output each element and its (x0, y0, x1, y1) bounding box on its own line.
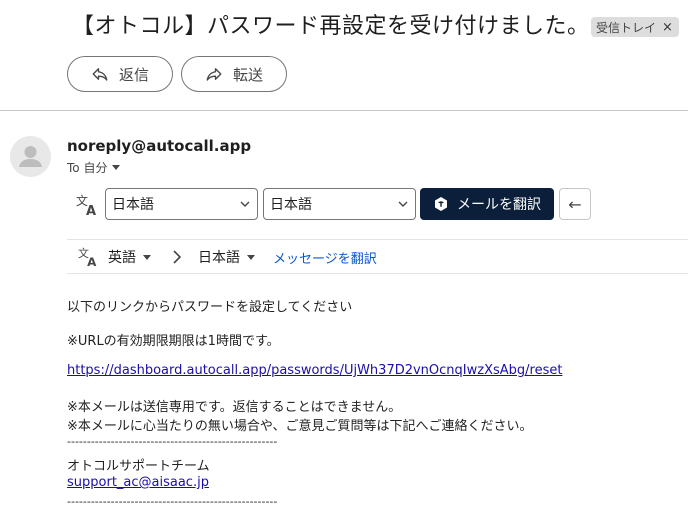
sender-email[interactable]: noreply@autocall.app (67, 137, 251, 155)
body-note-send-only: ※本メールは送信専用です。返信することはできません。 (67, 400, 402, 415)
label-chip-text: 受信トレイ (596, 20, 657, 35)
translate-icon: 文 A (76, 193, 96, 216)
chevron-down-icon (240, 201, 250, 207)
svg-text:A: A (87, 255, 97, 267)
caret-down-icon (112, 165, 121, 170)
target-language-value: 日本語 (270, 197, 312, 213)
source-language-select[interactable]: 日本語 (105, 188, 258, 220)
chevron-right-icon (173, 250, 182, 264)
inbox-label-chip[interactable]: 受信トレイ × (591, 17, 679, 37)
reply-button[interactable]: 返信 (67, 56, 173, 92)
password-reset-link[interactable]: https://dashboard.autocall.app/passwords… (67, 363, 562, 378)
svg-text:A: A (86, 204, 96, 216)
body-line-instructions: 以下のリンクからパスワードを設定してください (67, 300, 353, 315)
translate-email-label: メールを翻訳 (457, 197, 541, 213)
avatar[interactable] (10, 136, 51, 177)
caret-down-icon (247, 254, 255, 260)
forward-button[interactable]: 転送 (181, 56, 287, 92)
reply-icon (92, 68, 108, 81)
from-language-dropdown[interactable]: 英語 (108, 247, 151, 267)
recipient-label: To 自分 (67, 161, 108, 175)
reply-label: 返信 (118, 65, 149, 84)
separator-line-bottom: ----------------------------------------… (67, 495, 278, 508)
forward-label: 転送 (232, 65, 263, 84)
header-divider (0, 110, 688, 111)
chevron-down-icon (398, 201, 408, 207)
recipient-dropdown[interactable]: To 自分 (67, 159, 121, 176)
translate-message-link[interactable]: メッセージを翻訳 (273, 248, 377, 267)
body-line-expiry: ※URLの有効期限期限は1時間です。 (67, 334, 280, 349)
person-icon (19, 146, 42, 167)
to-language-dropdown[interactable]: 日本語 (198, 247, 255, 267)
back-arrow-button[interactable]: ← (559, 188, 591, 220)
from-language-label: 英語 (108, 250, 136, 266)
body-note-contact: ※本メールに心当たりの無い場合や、ご意見ご質問等は下記へご連絡ください。 (67, 419, 533, 434)
to-language-label: 日本語 (198, 250, 240, 266)
caret-down-icon (143, 254, 151, 260)
body-team-name: オトコルサポートチーム (67, 459, 210, 474)
translate-icon: 文 A (78, 246, 97, 267)
back-arrow-icon: ← (568, 194, 582, 214)
support-email-link[interactable]: support_ac@aisaac.jp (67, 475, 209, 490)
forward-icon (206, 68, 222, 81)
separator-line: ----------------------------------------… (67, 435, 278, 448)
source-language-value: 日本語 (112, 197, 154, 213)
target-language-select[interactable]: 日本語 (263, 188, 416, 220)
email-subject: 【オトコル】パスワード再設定を受け付けました。 (72, 14, 590, 39)
translate-bar-bottom-line (67, 273, 688, 274)
translate-bar-top-line (67, 239, 688, 240)
translate-email-button[interactable]: メールを翻訳 (420, 188, 554, 220)
remove-label-icon[interactable]: × (662, 20, 673, 35)
translate-cube-icon (435, 197, 447, 211)
